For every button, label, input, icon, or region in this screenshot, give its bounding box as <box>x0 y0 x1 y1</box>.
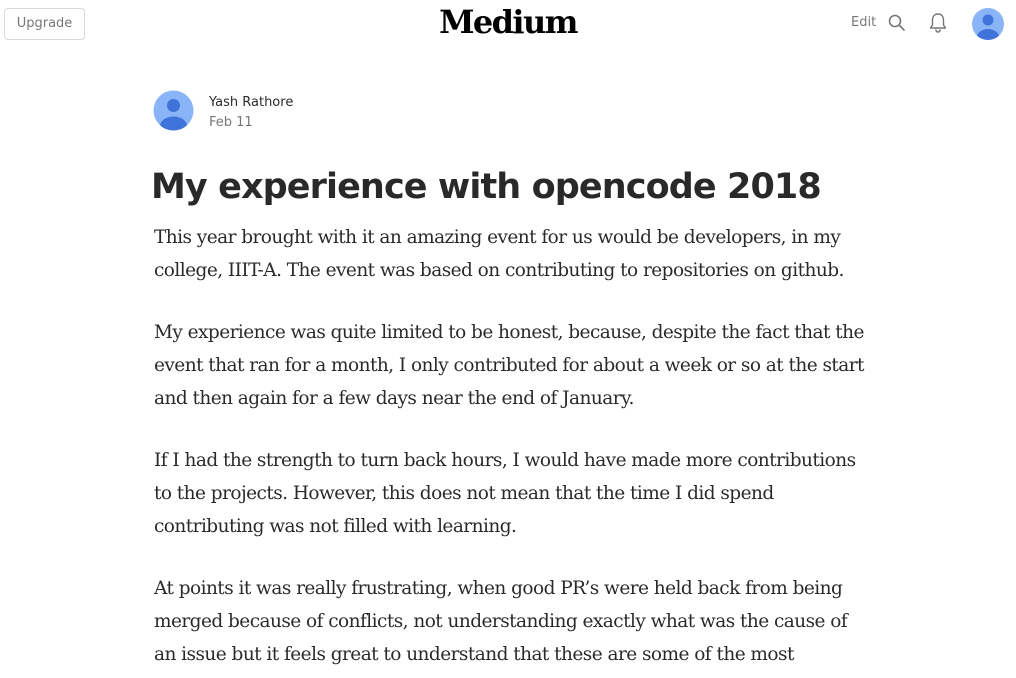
search-icon[interactable] <box>887 13 907 33</box>
post-body: This year brought with it an amazing eve… <box>154 221 865 678</box>
author-name-link[interactable]: Yash Rathore <box>209 94 293 111</box>
post-title: My experience with opencode 2018 <box>151 167 822 207</box>
edit-link[interactable]: Edit <box>851 14 876 32</box>
body-paragraph: At points it was really frustrating, whe… <box>154 578 848 665</box>
top-navigation-bar: Upgrade Medium Edit <box>0 0 1016 46</box>
body-paragraph: This year brought with it an amazing eve… <box>154 227 844 281</box>
avatar-icon[interactable] <box>971 7 1005 41</box>
body-paragraph: My experience was quite limited to be ho… <box>154 322 865 409</box>
bell-icon[interactable] <box>927 11 949 35</box>
body-paragraph: If I had the strength to turn back hours… <box>154 450 856 537</box>
author-avatar[interactable] <box>153 90 194 131</box>
post-date: Feb 11 <box>209 115 253 130</box>
